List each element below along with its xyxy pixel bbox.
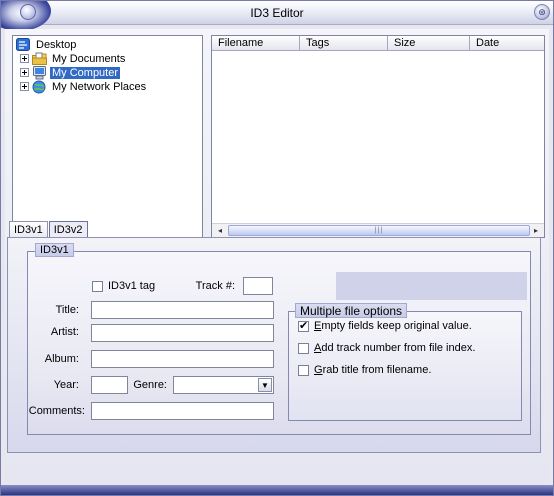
comments-label: Comments: bbox=[28, 405, 85, 417]
album-input[interactable] bbox=[91, 350, 274, 368]
window-bottom-border bbox=[1, 485, 553, 495]
album-label: Album: bbox=[44, 353, 79, 365]
title-bar[interactable]: ID3 Editor ⊛ bbox=[1, 1, 553, 31]
close-button[interactable]: ⊛ bbox=[534, 4, 550, 20]
expand-icon[interactable] bbox=[20, 82, 29, 91]
grab-title-label: Grab title from filename. bbox=[314, 364, 431, 376]
id3v1-tag-label: ID3v1 tag bbox=[108, 280, 156, 292]
file-list[interactable]: Filename Tags Size Date ◂ ||| ▸ bbox=[211, 35, 545, 238]
tree-item-my-computer[interactable]: My Computer bbox=[20, 65, 121, 80]
tag-tabs: ID3v1 ID3v2 bbox=[9, 221, 89, 238]
horizontal-scrollbar[interactable]: ◂ ||| ▸ bbox=[212, 223, 544, 237]
header-shade bbox=[336, 272, 527, 300]
track-input[interactable] bbox=[243, 277, 273, 295]
comments-input[interactable] bbox=[91, 402, 274, 420]
tree-item-label: My Network Places bbox=[52, 80, 147, 93]
file-list-header: Filename Tags Size Date bbox=[212, 36, 544, 51]
tree-item-label: My Documents bbox=[52, 52, 126, 65]
add-track-number-checkbox[interactable] bbox=[298, 343, 309, 354]
tree-item-label: Desktop bbox=[36, 38, 77, 51]
artist-input[interactable] bbox=[91, 324, 274, 342]
id3-editor-window: ID3 Editor ⊛ Desktop My Documents My Com… bbox=[0, 0, 554, 496]
grab-title-accel: G bbox=[314, 364, 323, 376]
chevron-down-icon[interactable]: ▼ bbox=[258, 378, 272, 392]
tree-item-label: My Computer bbox=[50, 66, 121, 79]
year-label: Year: bbox=[53, 379, 79, 391]
expand-icon[interactable] bbox=[20, 68, 29, 77]
empty-fields-checkbox[interactable] bbox=[298, 319, 309, 332]
year-input[interactable] bbox=[91, 376, 128, 394]
id3v1-group-title: ID3v1 bbox=[35, 243, 74, 257]
tree-item-desktop[interactable]: Desktop bbox=[16, 37, 78, 52]
tab-id3v1[interactable]: ID3v1 bbox=[9, 221, 48, 238]
folder-tree[interactable]: Desktop My Documents My Computer My Netw… bbox=[12, 35, 203, 238]
title-label: Title: bbox=[55, 304, 79, 316]
empty-fields-text: mpty fields keep original value. bbox=[321, 320, 472, 332]
column-tags[interactable]: Tags bbox=[300, 36, 388, 51]
scroll-right-icon[interactable]: ▸ bbox=[529, 224, 543, 237]
desktop-icon bbox=[16, 37, 31, 52]
tree-item-my-documents[interactable]: My Documents bbox=[20, 51, 127, 66]
add-track-number-text: dd track number from file index. bbox=[321, 342, 476, 354]
scroll-left-icon[interactable]: ◂ bbox=[213, 224, 227, 237]
window-title: ID3 Editor bbox=[250, 6, 304, 20]
genre-dropdown[interactable]: ▼ bbox=[173, 376, 274, 394]
add-track-number-label: Add track number from file index. bbox=[314, 342, 475, 354]
empty-fields-label: Empty fields keep original value. bbox=[314, 320, 472, 332]
grab-title-checkbox[interactable] bbox=[298, 365, 309, 376]
id3v1-tag-checkbox[interactable] bbox=[92, 281, 103, 292]
genre-label: Genre: bbox=[133, 379, 167, 391]
tab-id3v2[interactable]: ID3v2 bbox=[48, 221, 88, 238]
scrollbar-thumb[interactable]: ||| bbox=[228, 225, 530, 236]
column-date[interactable]: Date bbox=[470, 36, 544, 51]
expand-icon[interactable] bbox=[20, 54, 29, 63]
multiple-file-options-title: Multiple file options bbox=[295, 303, 408, 318]
column-size[interactable]: Size bbox=[388, 36, 470, 51]
title-input[interactable] bbox=[91, 301, 274, 319]
computer-icon bbox=[32, 65, 47, 80]
network-places-icon bbox=[32, 80, 47, 94]
grab-title-text: rab title from filename. bbox=[322, 364, 432, 376]
artist-label: Artist: bbox=[50, 326, 79, 338]
folder-documents-icon bbox=[32, 52, 47, 66]
track-label: Track #: bbox=[195, 280, 235, 292]
column-filename[interactable]: Filename bbox=[212, 36, 300, 51]
tree-item-my-network-places[interactable]: My Network Places bbox=[20, 79, 148, 94]
